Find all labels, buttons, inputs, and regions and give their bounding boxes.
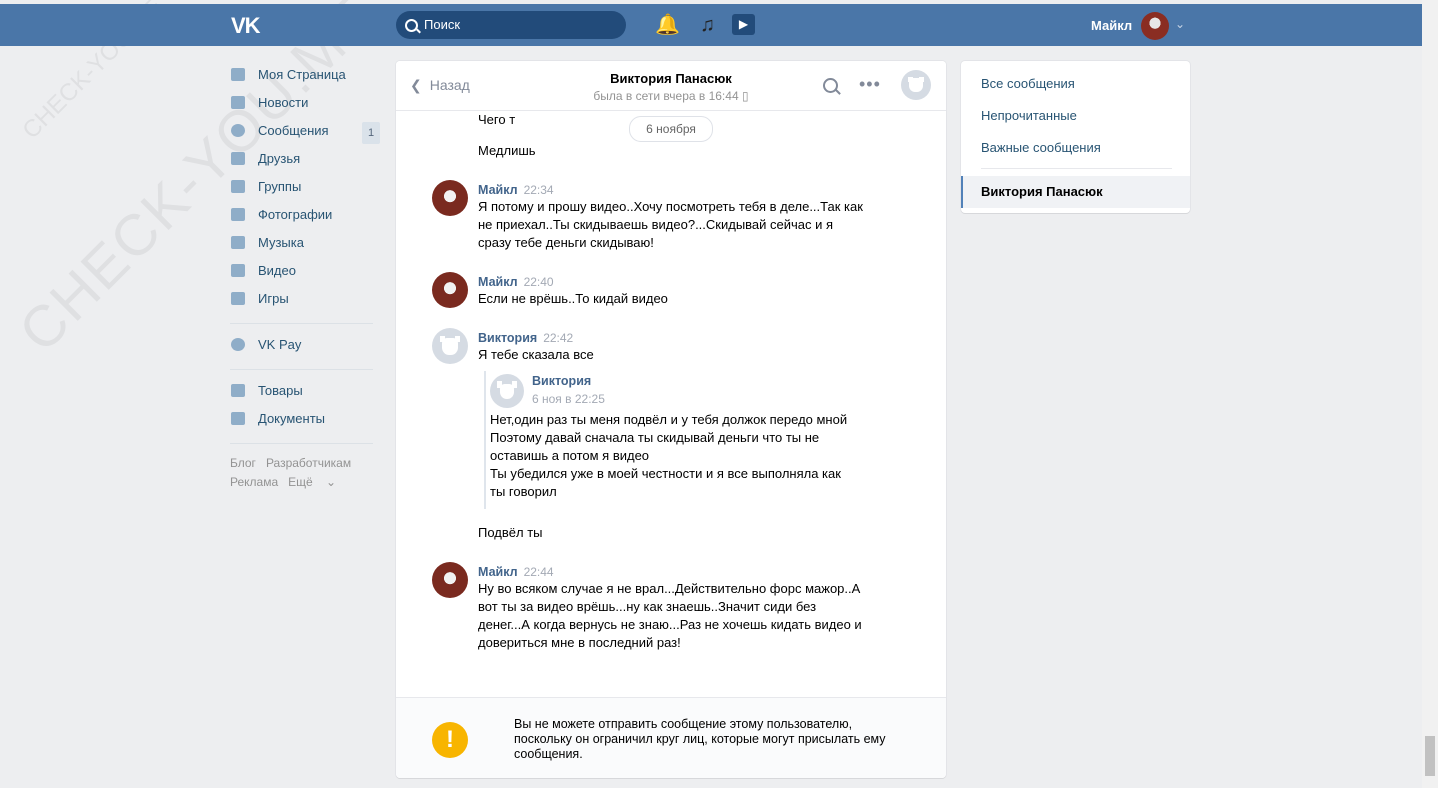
sidebar-divider bbox=[230, 369, 373, 370]
filter-divider bbox=[981, 168, 1172, 169]
messages-icon bbox=[231, 124, 245, 137]
message-text: Медлишь bbox=[478, 143, 536, 158]
chat-header: ❮ Назад Виктория Панасюк была в сети вчер… bbox=[396, 61, 946, 111]
footer-link-dev[interactable]: Разработчикам bbox=[266, 456, 351, 470]
message-text: Если не врёшь..То кидай видео bbox=[478, 291, 668, 306]
footer-link-more[interactable]: Ещё ⌄ bbox=[288, 475, 336, 489]
scrollbar-thumb[interactable] bbox=[1425, 736, 1435, 776]
vkpay-icon bbox=[231, 338, 245, 351]
page-scrollbar[interactable] bbox=[1422, 0, 1438, 788]
filter-important[interactable]: Важные сообщения bbox=[981, 140, 1101, 155]
active-conversation[interactable]: Виктория Панасюк bbox=[961, 176, 1190, 208]
music-icon bbox=[231, 236, 245, 249]
message-text: Я потому и прошу видео..Хочу посмотреть … bbox=[478, 199, 863, 250]
goods-icon bbox=[231, 384, 245, 397]
sidebar-item-messages[interactable]: Сообщения 1 bbox=[230, 118, 380, 146]
more-icon[interactable]: ••• bbox=[859, 74, 881, 95]
photo-icon bbox=[231, 208, 245, 221]
warning-icon: ! bbox=[432, 722, 468, 758]
forwarded-text: Нет,один раз ты меня подвёл и у тебя дол… bbox=[490, 412, 848, 499]
games-icon bbox=[231, 292, 245, 305]
music-note-icon[interactable]: ♫ bbox=[700, 13, 715, 37]
message-time: 22:42 bbox=[543, 331, 574, 345]
message-text: Подвёл ты bbox=[478, 525, 543, 540]
vk-logo[interactable]: VK bbox=[231, 13, 261, 39]
bell-icon[interactable]: 🔔 bbox=[655, 13, 680, 37]
message-author[interactable]: Майкл 22:40 bbox=[478, 275, 554, 289]
sidebar-item-groups[interactable]: Группы bbox=[230, 174, 380, 202]
search-placeholder: Поиск bbox=[424, 17, 461, 32]
message-text: Ну во всяком случае я не врал...Действит… bbox=[478, 581, 862, 650]
message-text: Я тебе сказала все bbox=[478, 347, 594, 362]
play-icon[interactable]: ▶ bbox=[732, 14, 755, 35]
chat-panel: ❮ Назад Виктория Панасюк была в сети вчер… bbox=[396, 61, 946, 778]
sidebar-item-video[interactable]: Видео bbox=[230, 258, 380, 286]
date-divider: 6 ноября bbox=[629, 116, 713, 142]
forwarded-author[interactable]: Виктория bbox=[532, 374, 591, 388]
search-input[interactable]: Поиск bbox=[396, 11, 626, 39]
avatar[interactable] bbox=[432, 272, 468, 308]
message-author[interactable]: Майкл 22:44 bbox=[478, 565, 554, 579]
sidebar-item-music[interactable]: Музыка bbox=[230, 230, 380, 258]
message-time: 22:44 bbox=[523, 565, 554, 579]
sidebar-item-games[interactable]: Игры bbox=[230, 286, 380, 314]
mobile-icon: ▯ bbox=[741, 89, 749, 103]
sidebar: Моя Страница Новости Сообщения 1 Друзья Г… bbox=[230, 62, 380, 492]
sidebar-divider bbox=[230, 443, 373, 444]
forwarded-message: Виктория 6 ноя в 22:25 Нет,один раз ты м… bbox=[484, 371, 856, 509]
message-author[interactable]: Майкл 22:34 bbox=[478, 183, 554, 197]
sidebar-divider bbox=[230, 323, 373, 324]
message-time: 22:40 bbox=[523, 275, 554, 289]
sidebar-item-news[interactable]: Новости bbox=[230, 90, 380, 118]
message-author[interactable]: Виктория 22:42 bbox=[478, 331, 573, 345]
notice-text: Вы не можете отправить сообщение этому п… bbox=[514, 717, 886, 761]
forwarded-time[interactable]: 6 ноя в 22:25 bbox=[532, 392, 605, 406]
sidebar-item-my-page[interactable]: Моя Страница bbox=[230, 62, 380, 90]
chevron-down-icon[interactable]: ⌄ bbox=[1175, 17, 1185, 31]
avatar[interactable] bbox=[432, 562, 468, 598]
user-name[interactable]: Майкл bbox=[1091, 18, 1132, 33]
sidebar-item-goods[interactable]: Товары bbox=[230, 378, 380, 406]
user-avatar[interactable] bbox=[1141, 12, 1169, 40]
contact-avatar[interactable] bbox=[901, 70, 931, 100]
filter-all-messages[interactable]: Все сообщения bbox=[981, 76, 1075, 91]
footer-link-blog[interactable]: Блог bbox=[230, 456, 256, 470]
forwarded-avatar[interactable] bbox=[490, 374, 524, 408]
groups-icon bbox=[231, 180, 245, 193]
messages-filter-panel: Все сообщения Непрочитанные Важные сообщ… bbox=[961, 61, 1190, 213]
sidebar-item-vkpay[interactable]: VK Pay bbox=[230, 332, 380, 360]
news-icon bbox=[231, 96, 245, 109]
send-restriction-notice: ! Вы не можете отправить сообщение этому… bbox=[396, 697, 946, 778]
message-time: 22:34 bbox=[523, 183, 554, 197]
sidebar-item-photos[interactable]: Фотографии bbox=[230, 202, 380, 230]
messages-badge: 1 bbox=[362, 122, 380, 144]
avatar[interactable] bbox=[432, 180, 468, 216]
friends-icon bbox=[231, 152, 245, 165]
sidebar-item-friends[interactable]: Друзья bbox=[230, 146, 380, 174]
footer-link-ads[interactable]: Реклама bbox=[230, 475, 278, 489]
video-icon bbox=[231, 264, 245, 277]
home-icon bbox=[231, 68, 245, 81]
filter-unread[interactable]: Непрочитанные bbox=[981, 108, 1077, 123]
search-icon bbox=[405, 19, 418, 32]
chat-search-icon[interactable] bbox=[823, 78, 838, 93]
sidebar-item-documents[interactable]: Документы bbox=[230, 406, 380, 434]
documents-icon bbox=[231, 412, 245, 425]
avatar[interactable] bbox=[432, 328, 468, 364]
sidebar-footer: Блог Разработчикам Реклама Ещё ⌄ bbox=[230, 454, 380, 492]
top-bar: VK Поиск 🔔 ♫ ▶ Майкл ⌄ bbox=[0, 4, 1422, 46]
